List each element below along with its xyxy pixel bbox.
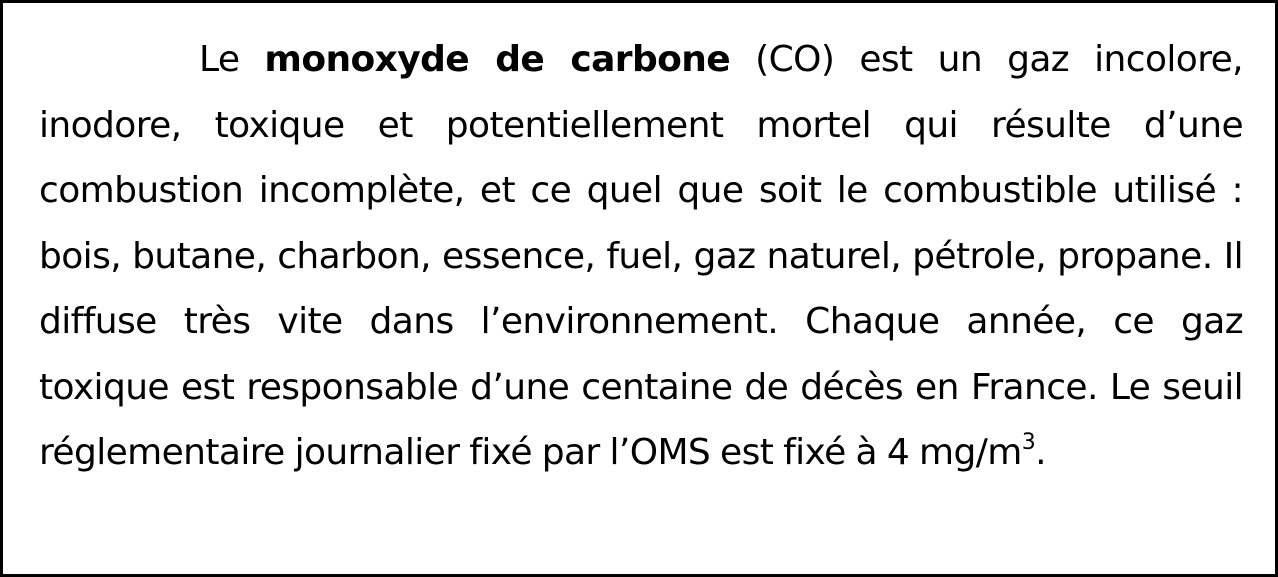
paragraph-ending: . (1035, 432, 1046, 473)
text-frame: Le monoxyde de carbone (CO) est un gaz i… (0, 0, 1278, 577)
carbon-monoxide-term: monoxyde de carbone (264, 39, 731, 80)
unit-exponent: 3 (1021, 430, 1036, 455)
paragraph-body: (CO) est un gaz incolore, inodore, toxiq… (39, 39, 1244, 473)
paragraph-intro: Le (199, 39, 265, 80)
co-description-paragraph: Le monoxyde de carbone (CO) est un gaz i… (39, 27, 1244, 486)
